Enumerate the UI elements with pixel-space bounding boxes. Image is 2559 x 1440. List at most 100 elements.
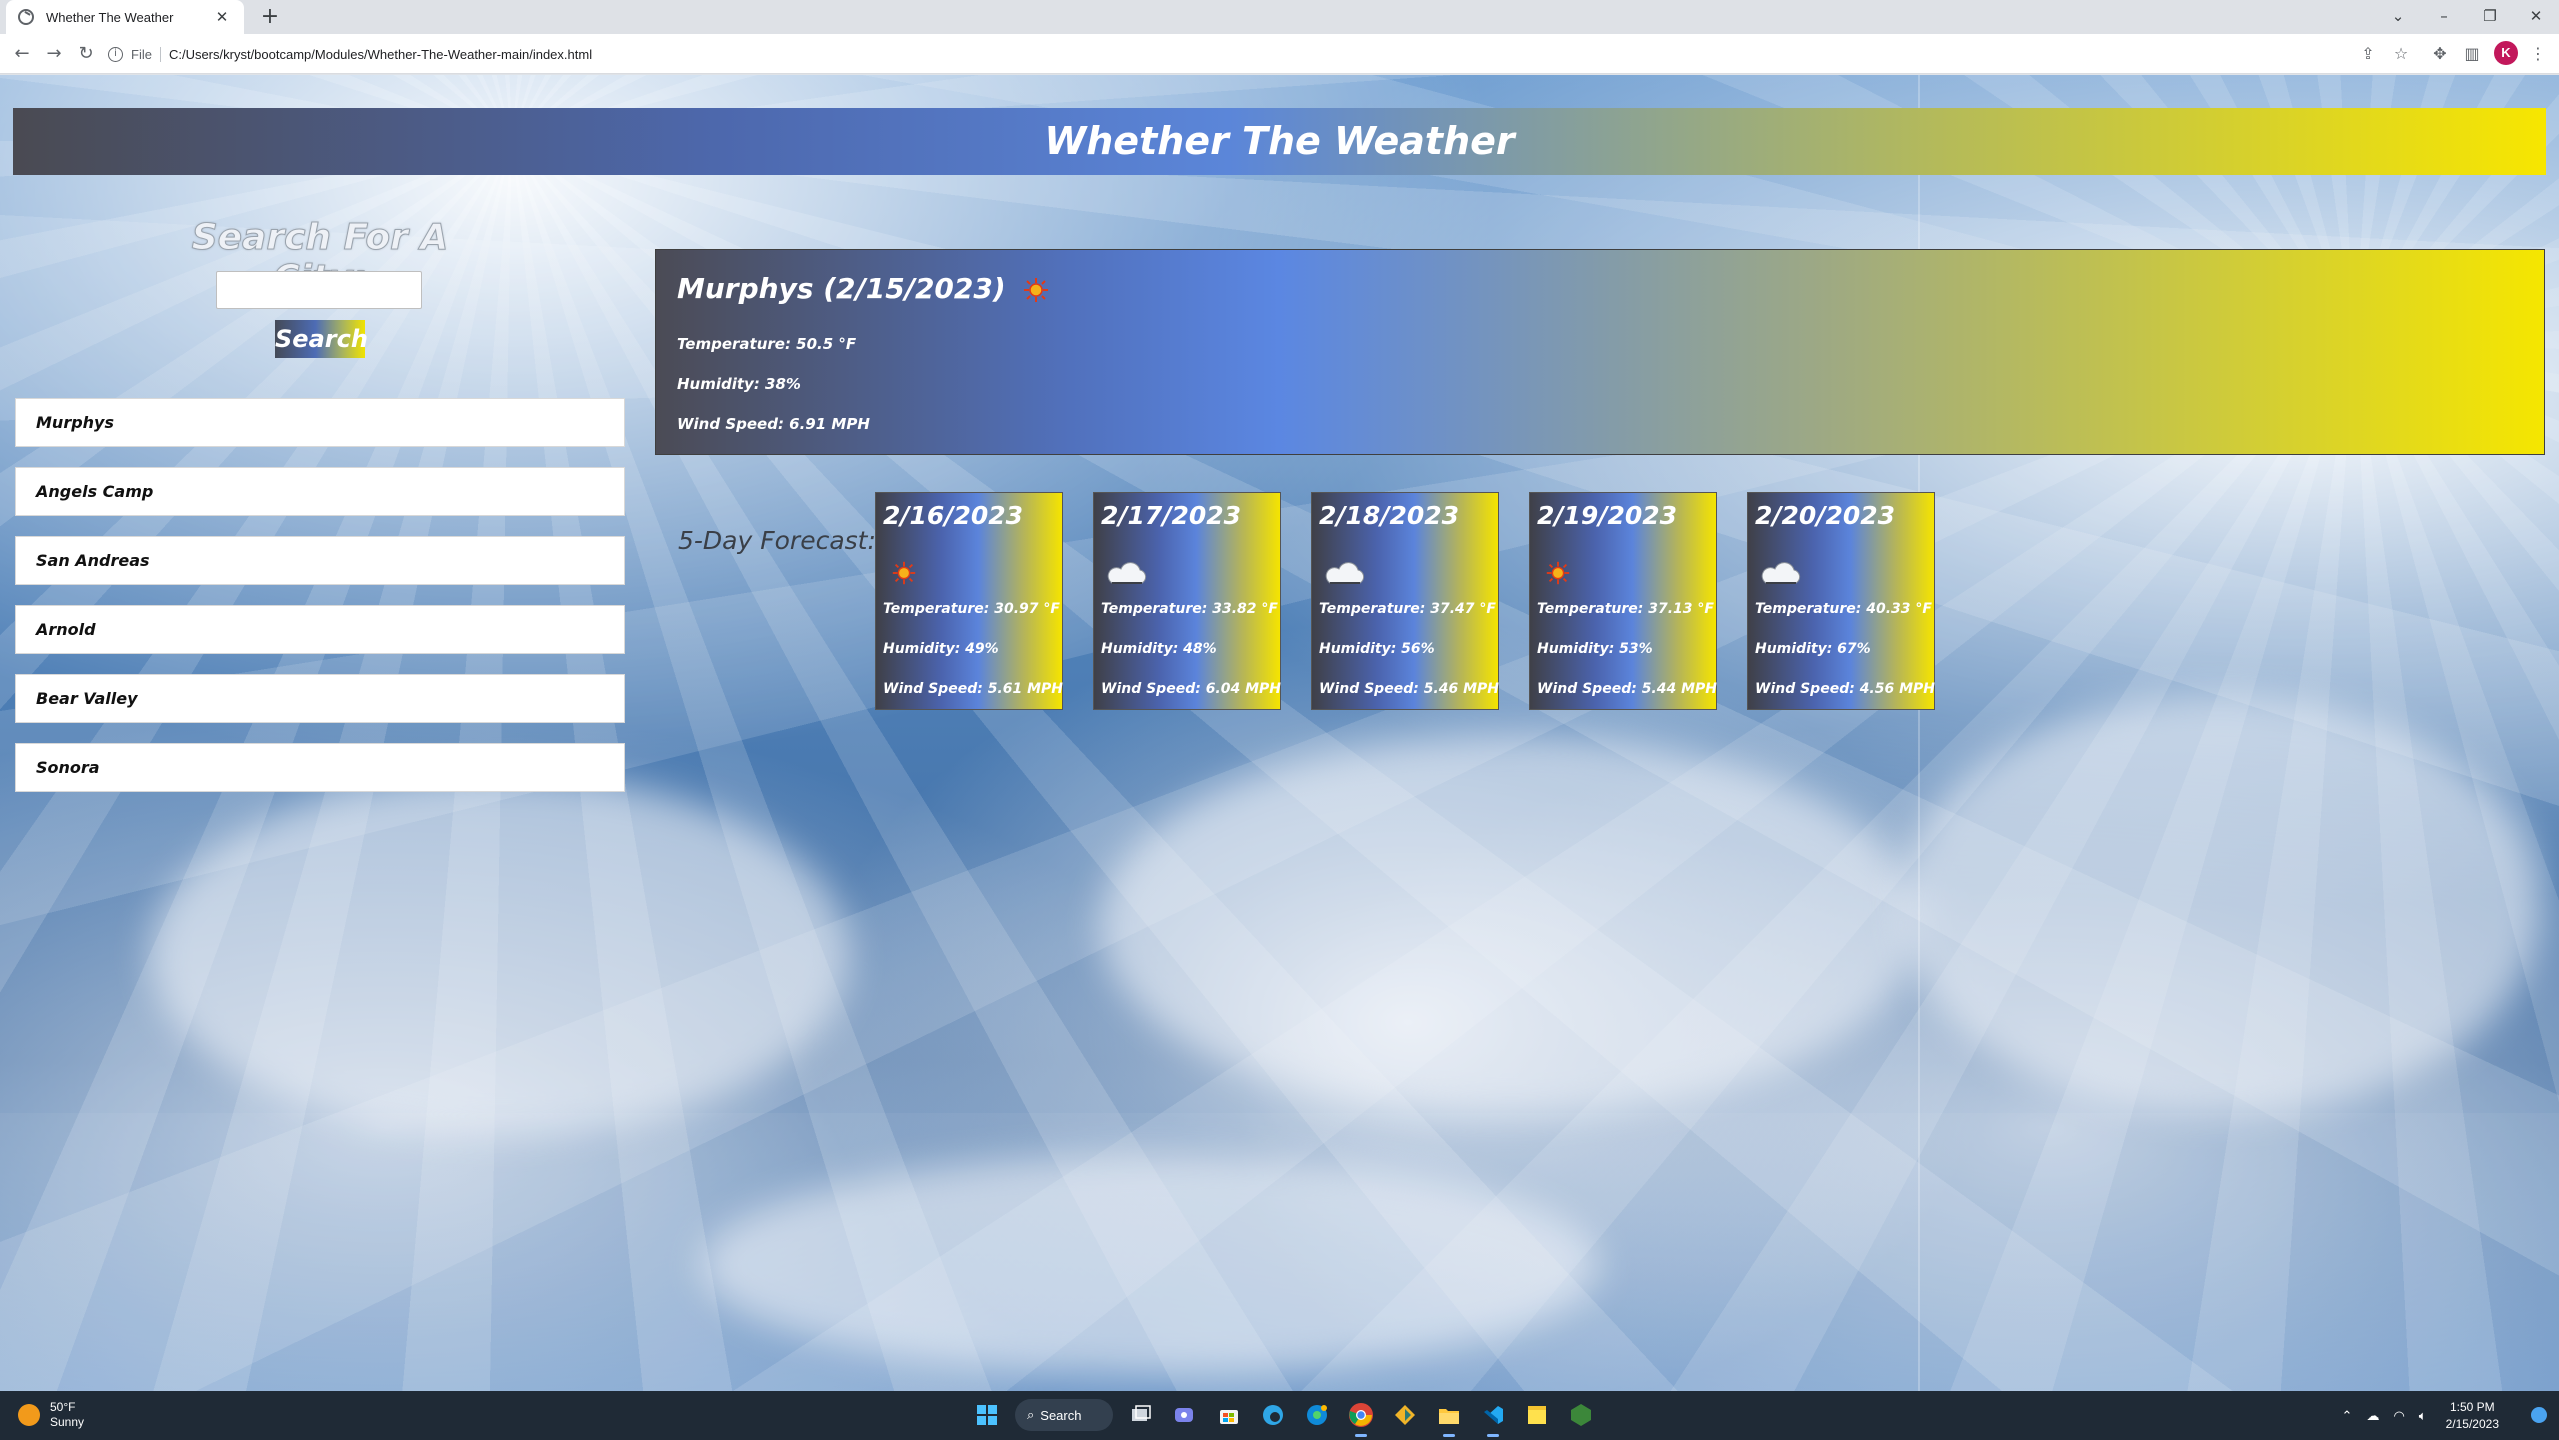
forecast-card: 2/17/2023 Temperature: 33.82 °F Humidity… [1093, 492, 1281, 710]
sun-icon [18, 1404, 40, 1426]
system-clock[interactable]: 1:50 PM 2/15/2023 [2446, 1399, 2499, 1433]
forecast-temperature: Temperature: 33.82 °F [1101, 601, 1278, 617]
city-search-input[interactable] [216, 271, 422, 309]
sun-icon [892, 561, 916, 585]
current-weather-card: Murphys (2/15/2023) Temperature: 50.5 °F… [655, 249, 2545, 455]
edge-browser-icon[interactable] [1255, 1397, 1291, 1433]
info-icon[interactable]: i [108, 46, 123, 62]
current-city-date: Murphys (2/15/2023) [677, 272, 1006, 305]
task-view-icon[interactable] [1123, 1397, 1159, 1433]
forecast-date: 2/17/2023 [1101, 501, 1242, 530]
forecast-temperature: Temperature: 37.47 °F [1319, 601, 1496, 617]
windows-taskbar: 50°F Sunny ⌕ Search ⌃ ☁ ◠ 🔈︎ 1:50 PM 2/1… [0, 1391, 2559, 1440]
teams-chat-icon[interactable] [1167, 1397, 1203, 1433]
new-tab-button[interactable]: + [256, 3, 284, 31]
cloud-shape [150, 775, 850, 1135]
search-history-list: Murphys Angels Camp San Andreas Arnold B… [15, 398, 625, 812]
browser-tab-strip: Whether The Weather ✕ + ⌄ – ❐ ✕ [0, 0, 2559, 34]
edge-dev-icon[interactable] [1299, 1397, 1335, 1433]
forecast-wind-speed: Wind Speed: 5.44 MPH [1537, 681, 1718, 697]
app-header: Whether The Weather [13, 108, 2546, 175]
clock-time: 1:50 PM [2449, 1399, 2495, 1414]
side-panel-icon[interactable]: ▥ [2458, 40, 2486, 68]
taskbar-weather-desc: Sunny [50, 1415, 85, 1429]
file-chip: File [131, 46, 161, 62]
wifi-icon[interactable]: ◠ [2393, 1408, 2404, 1424]
search-button[interactable]: Search [275, 320, 368, 358]
vscode-icon[interactable] [1475, 1397, 1511, 1437]
sun-icon [1546, 561, 1570, 585]
taskbar-weather-temp: 50°F [50, 1400, 76, 1414]
minimize-button[interactable]: – [2421, 0, 2467, 34]
forecast-humidity: Humidity: 48% [1101, 641, 1217, 657]
globe-icon [18, 9, 34, 25]
forecast-temperature: Temperature: 37.13 °F [1537, 601, 1714, 617]
forecast-temperature: Temperature: 40.33 °F [1755, 601, 1932, 617]
bookmark-star-icon[interactable]: ☆ [2387, 40, 2415, 68]
sun-icon [1024, 278, 1049, 302]
cloud-icon [1761, 562, 1801, 584]
background-band [0, 1113, 2559, 1391]
history-item-murphys[interactable]: Murphys [15, 398, 625, 447]
windows-start-icon[interactable] [969, 1397, 1005, 1433]
current-humidity: Humidity: 38% [677, 375, 801, 393]
forecast-humidity: Humidity: 49% [883, 641, 999, 657]
forecast-card: 2/18/2023 Temperature: 37.47 °F Humidity… [1311, 492, 1499, 710]
back-arrow-icon[interactable]: ← [8, 40, 36, 68]
microsoft-store-icon[interactable] [1211, 1397, 1247, 1433]
cloud-shape [1900, 695, 2540, 1115]
forecast-wind-speed: Wind Speed: 6.04 MPH [1101, 681, 1282, 697]
menu-kebab-icon[interactable]: ⋮ [2524, 40, 2552, 68]
forecast-date: 2/18/2023 [1319, 501, 1460, 530]
cloud-icon [1107, 562, 1147, 584]
tab-close-icon[interactable]: ✕ [212, 8, 232, 26]
search-icon: ⌕ [1027, 1407, 1035, 1422]
url-text[interactable]: C:/Users/kryst/bootcamp/Modules/Whether-… [169, 47, 592, 62]
git-kraken-icon[interactable] [1387, 1397, 1423, 1433]
forecast-humidity: Humidity: 53% [1537, 641, 1653, 657]
maximize-button[interactable]: ❐ [2467, 0, 2513, 34]
taskbar-search-label: Search [1040, 1407, 1082, 1423]
share-icon[interactable]: ⇪ [2354, 40, 2382, 68]
forecast-humidity: Humidity: 67% [1755, 641, 1871, 657]
taskbar-search-box[interactable]: ⌕ Search [1015, 1399, 1113, 1431]
history-item-sonora[interactable]: Sonora [15, 743, 625, 792]
extensions-puzzle-icon[interactable]: ✥ [2426, 40, 2454, 68]
tab-search-button[interactable]: ⌄ [2375, 0, 2421, 34]
forward-arrow-icon[interactable]: → [40, 40, 68, 68]
forecast-card: 2/20/2023 Temperature: 40.33 °F Humidity… [1747, 492, 1935, 710]
taskbar-weather-widget[interactable]: 50°F Sunny [18, 1400, 84, 1430]
history-item-san-andreas[interactable]: San Andreas [15, 536, 625, 585]
current-wind-speed: Wind Speed: 6.91 MPH [677, 415, 870, 433]
chrome-browser-icon[interactable] [1343, 1397, 1379, 1437]
reload-icon[interactable]: ↻ [72, 40, 100, 68]
sticky-notes-icon[interactable] [1519, 1397, 1555, 1433]
current-weather-title: Murphys (2/15/2023) [677, 272, 1051, 305]
forecast-temperature: Temperature: 30.97 °F [883, 601, 1060, 617]
history-item-arnold[interactable]: Arnold [15, 605, 625, 654]
profile-avatar[interactable]: K [2494, 41, 2518, 65]
close-window-button[interactable]: ✕ [2513, 0, 2559, 34]
current-temperature: Temperature: 50.5 °F [677, 335, 857, 353]
forecast-wind-speed: Wind Speed: 5.46 MPH [1319, 681, 1500, 697]
chevron-up-icon[interactable]: ⌃ [2342, 1408, 2353, 1424]
cloud-icon [1325, 562, 1365, 584]
address-bar[interactable]: i File C:/Users/kryst/bootcamp/Modules/W… [108, 38, 2348, 70]
history-item-angels-camp[interactable]: Angels Camp [15, 467, 625, 516]
cloud-shape [1100, 735, 1920, 1115]
forecast-date: 2/16/2023 [883, 501, 1024, 530]
forecast-wind-speed: Wind Speed: 5.61 MPH [883, 681, 1064, 697]
page-viewport: Whether The Weather Search For A City: S… [0, 75, 2559, 1391]
browser-tab[interactable]: Whether The Weather ✕ [6, 0, 244, 34]
notification-icon[interactable] [2531, 1407, 2547, 1423]
history-item-bear-valley[interactable]: Bear Valley [15, 674, 625, 723]
volume-icon[interactable]: 🔈︎ [2419, 1408, 2427, 1424]
onedrive-cloud-icon[interactable]: ☁ [2366, 1408, 2379, 1424]
tab-title: Whether The Weather [46, 9, 174, 25]
nodejs-icon[interactable] [1563, 1397, 1599, 1433]
forecast-date: 2/20/2023 [1755, 501, 1896, 530]
file-explorer-icon[interactable] [1431, 1397, 1467, 1437]
system-tray: ⌃ ☁ ◠ 🔈︎ 1:50 PM 2/15/2023 [2335, 1391, 2499, 1440]
clock-date: 2/15/2023 [2445, 1416, 2499, 1431]
forecast-humidity: Humidity: 56% [1319, 641, 1435, 657]
